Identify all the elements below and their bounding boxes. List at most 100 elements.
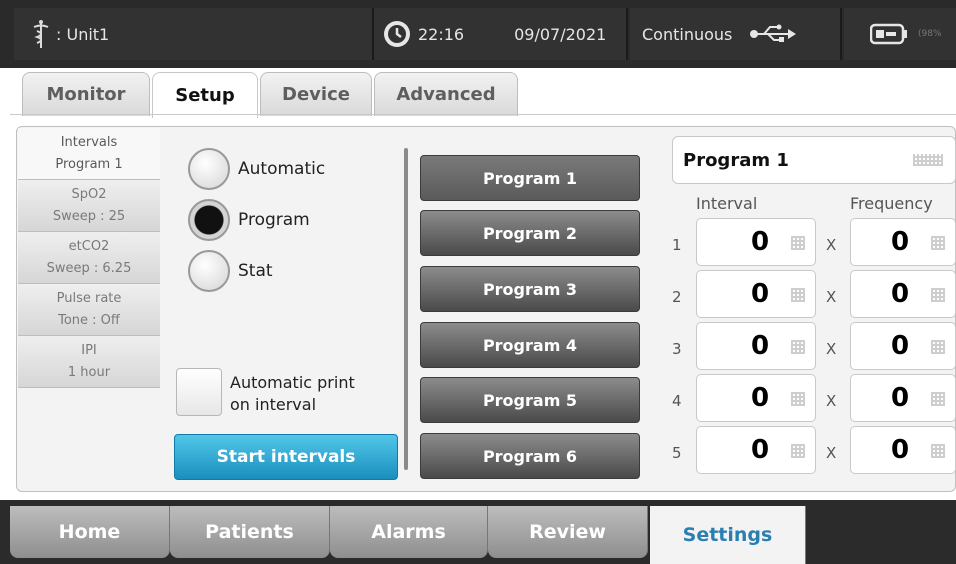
start-intervals-button[interactable]: Start intervals (174, 434, 398, 480)
interval-field[interactable]: 0 (696, 426, 816, 474)
program-5-button[interactable]: Program 5 (420, 377, 640, 423)
tab-advanced[interactable]: Advanced (374, 72, 518, 116)
frequency-field[interactable]: 0 (850, 322, 956, 370)
keypad-icon (791, 444, 805, 458)
clock-icon (384, 21, 410, 47)
auto-print-checkbox[interactable] (176, 368, 222, 416)
side-item-title: SpO2 (71, 186, 107, 202)
auto-print-label-line2: on interval (230, 395, 317, 414)
side-item-value: Sweep : 25 (52, 208, 126, 224)
interval-header: Interval (696, 194, 758, 213)
radio-program[interactable]: Program (188, 199, 310, 241)
auto-print-label: Automatic print on interval (230, 372, 355, 416)
interval-value: 0 (751, 435, 770, 465)
side-item-title: Intervals (60, 134, 118, 150)
side-item-etco2[interactable]: etCO2 Sweep : 6.25 (18, 232, 160, 284)
frequency-field[interactable]: 0 (850, 270, 956, 318)
interval-value: 0 (751, 227, 770, 257)
side-item-pulse-rate[interactable]: Pulse rate Tone : Off (18, 284, 160, 336)
side-item-title: IPI (81, 342, 97, 358)
mode-label: Continuous (642, 24, 733, 44)
radio-automatic[interactable]: Automatic (188, 148, 325, 190)
monitoring-mode[interactable]: Continuous (630, 8, 840, 60)
program-1-button[interactable]: Program 1 (420, 155, 640, 201)
side-item-title: Pulse rate (56, 290, 122, 306)
battery-icon (870, 23, 907, 45)
interval-field[interactable]: 0 (696, 218, 816, 266)
tab-device[interactable]: Device (260, 72, 372, 116)
interval-value: 0 (751, 331, 770, 361)
program-name-field[interactable]: Program 1 (672, 136, 956, 184)
interval-field[interactable]: 0 (696, 322, 816, 370)
keypad-icon (791, 340, 805, 354)
side-item-ipi[interactable]: IPI 1 hour (18, 336, 160, 388)
keypad-icon (791, 392, 805, 406)
status-divider (626, 8, 628, 60)
keypad-icon (931, 444, 945, 458)
frequency-field[interactable]: 0 (850, 374, 956, 422)
radio-button-checked[interactable] (188, 199, 230, 241)
battery-percent: (98% (918, 29, 942, 39)
battery-status[interactable]: (98% (844, 8, 956, 60)
interval-field[interactable]: 0 (696, 374, 816, 422)
program-2-button[interactable]: Program 2 (420, 210, 640, 256)
nav-review[interactable]: Review (488, 506, 648, 558)
side-item-value: Program 1 (55, 156, 123, 172)
frequency-value: 0 (891, 227, 910, 257)
program-3-button[interactable]: Program 3 (420, 266, 640, 312)
row-number: 5 (672, 444, 682, 462)
frequency-value: 0 (891, 383, 910, 413)
interval-value: 0 (751, 279, 770, 309)
times-symbol: X (826, 340, 837, 358)
row-number: 4 (672, 392, 682, 410)
keypad-icon (931, 236, 945, 250)
frequency-field[interactable]: 0 (850, 218, 956, 266)
tab-setup[interactable]: Setup (152, 72, 258, 118)
radio-button[interactable] (188, 250, 230, 292)
radio-button[interactable] (188, 148, 230, 190)
side-item-value: Sweep : 6.25 (46, 260, 132, 276)
clock-display[interactable]: 22:16 09/07/2021 (374, 8, 626, 60)
tab-divider (10, 114, 956, 115)
row-number: 3 (672, 340, 682, 358)
program-4-button[interactable]: Program 4 (420, 322, 640, 368)
frequency-value: 0 (891, 279, 910, 309)
tab-monitor[interactable]: Monitor (22, 72, 150, 116)
times-symbol: X (826, 288, 837, 306)
unit-label: : Unit1 (56, 24, 110, 44)
frequency-value: 0 (891, 331, 910, 361)
auto-print-label-line1: Automatic print (230, 373, 355, 392)
frequency-value: 0 (891, 435, 910, 465)
usb-icon (750, 24, 797, 42)
frequency-field[interactable]: 0 (850, 426, 956, 474)
keypad-icon (931, 340, 945, 354)
unit-indicator[interactable]: : Unit1 (14, 8, 372, 60)
interval-field[interactable]: 0 (696, 270, 816, 318)
nav-settings[interactable]: Settings (650, 506, 806, 564)
program-name-value: Program 1 (683, 149, 789, 171)
section-divider (404, 148, 408, 470)
status-bar: : Unit1 22:16 09/07/2021 Continuous (98% (0, 0, 956, 68)
times-symbol: X (826, 236, 837, 254)
radio-label: Stat (238, 261, 273, 281)
keypad-icon (931, 288, 945, 302)
keypad-icon (931, 392, 945, 406)
keypad-icon (791, 288, 805, 302)
nav-alarms[interactable]: Alarms (330, 506, 488, 558)
keyboard-icon (913, 154, 943, 166)
times-symbol: X (826, 444, 837, 462)
frequency-header: Frequency (850, 194, 933, 213)
caduceus-icon (33, 20, 49, 48)
times-symbol: X (826, 392, 837, 410)
radio-stat[interactable]: Stat (188, 250, 273, 292)
nav-home[interactable]: Home (10, 506, 170, 558)
side-item-spo2[interactable]: SpO2 Sweep : 25 (18, 180, 160, 232)
side-item-intervals[interactable]: Intervals Program 1 (18, 128, 160, 180)
radio-label: Automatic (238, 159, 326, 179)
program-6-button[interactable]: Program 6 (420, 433, 640, 479)
side-item-title: etCO2 (68, 238, 110, 254)
row-number: 1 (672, 236, 682, 254)
keypad-icon (791, 236, 805, 250)
row-number: 2 (672, 288, 682, 306)
nav-patients[interactable]: Patients (170, 506, 330, 558)
